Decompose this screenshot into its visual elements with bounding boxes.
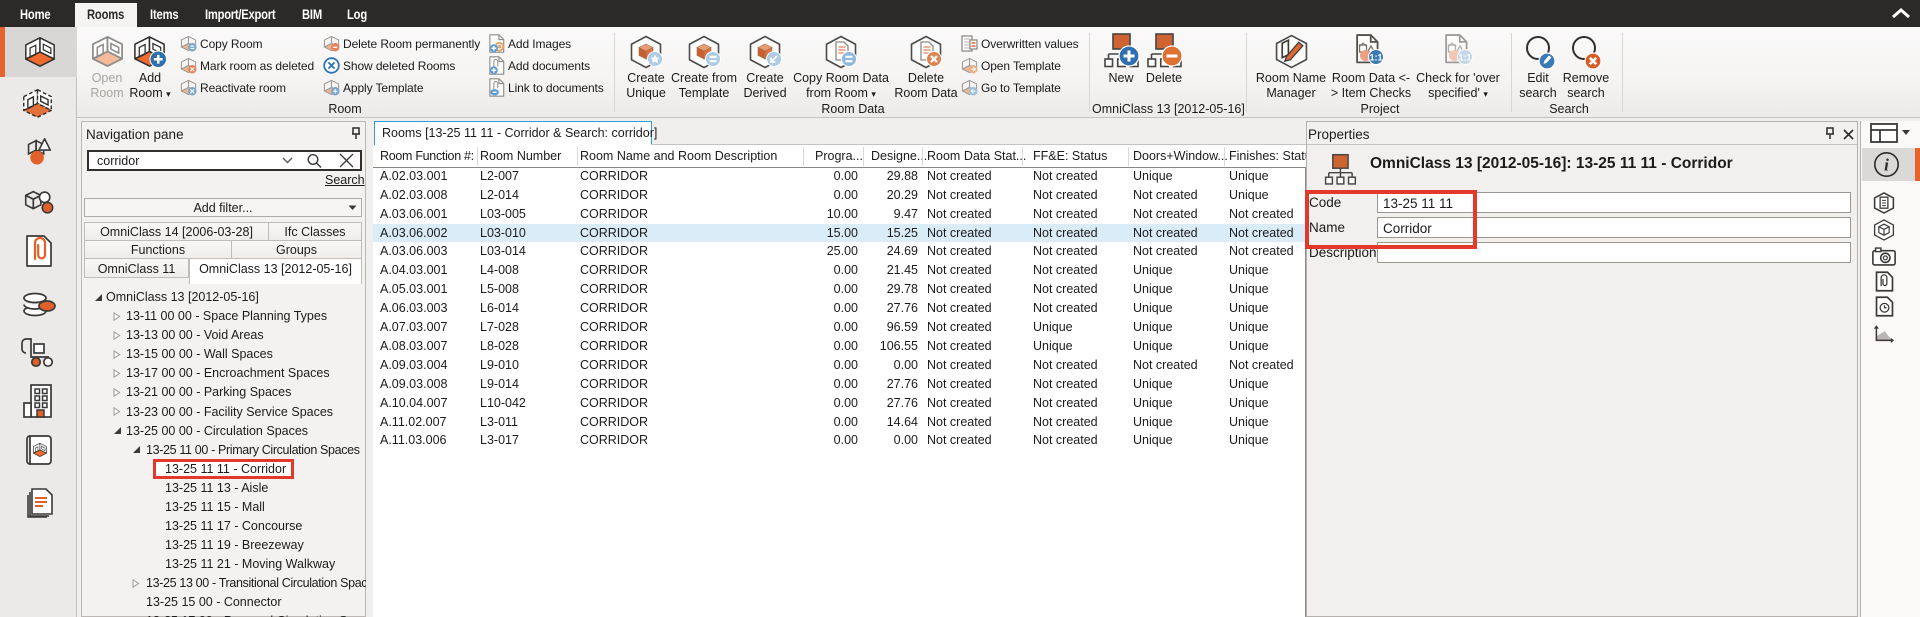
svg-text:1:1: 1:1 bbox=[1458, 53, 1471, 63]
svg-text:i: i bbox=[1884, 156, 1889, 175]
svg-text:1:1: 1:1 bbox=[1369, 53, 1382, 63]
